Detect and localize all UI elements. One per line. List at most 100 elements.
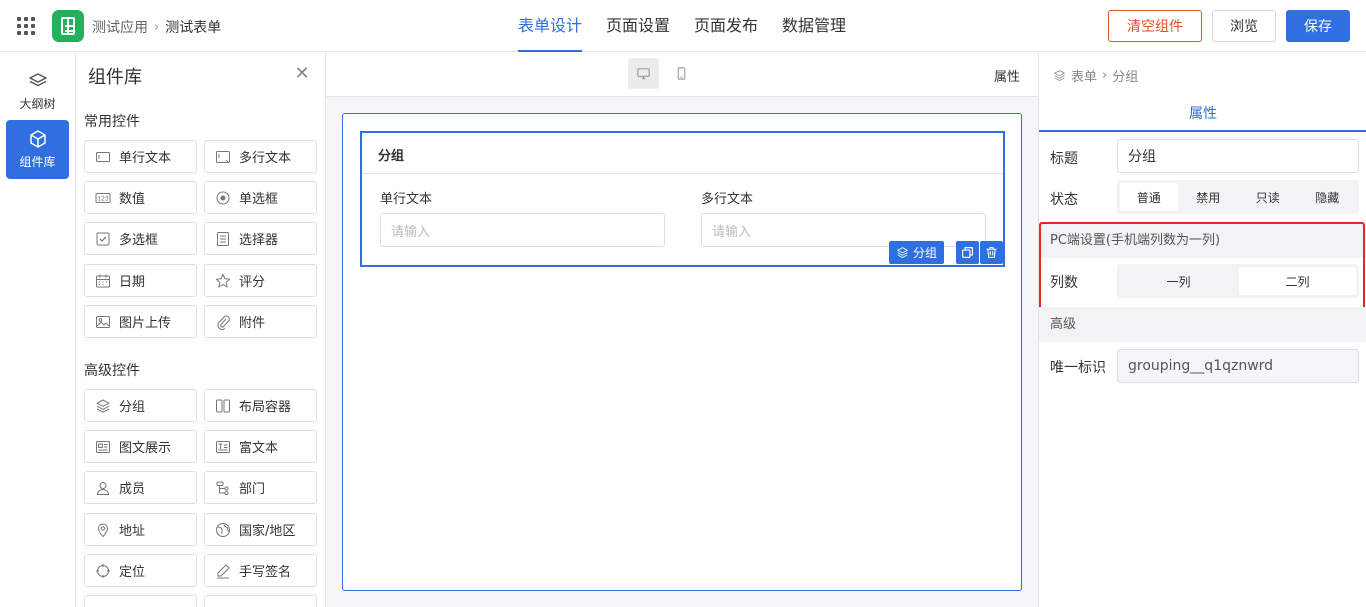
close-icon[interactable]: ✕ bbox=[294, 65, 310, 83]
breadcrumb: 测试应用 › 测试表单 bbox=[92, 17, 221, 37]
component-image-upload[interactable]: 图片上传 bbox=[84, 305, 197, 338]
layers-icon bbox=[28, 73, 47, 87]
component-partial[interactable] bbox=[84, 595, 197, 607]
section-title-common: 常用控件 bbox=[84, 114, 140, 130]
component-member[interactable]: 成员 bbox=[84, 471, 197, 504]
properties-toggle[interactable]: 属性 bbox=[994, 66, 1020, 85]
component-radio[interactable]: 单选框 bbox=[204, 181, 317, 214]
rich-text-icon bbox=[215, 439, 231, 455]
component-label: 评分 bbox=[239, 275, 266, 290]
field-label: 多行文本 bbox=[701, 192, 754, 207]
component-rating[interactable]: 评分 bbox=[204, 264, 317, 297]
breadcrumb-form[interactable]: 表单 bbox=[1071, 66, 1097, 85]
component-label: 定位 bbox=[119, 565, 146, 580]
properties-tabbar: 属性 bbox=[1039, 97, 1366, 132]
save-button[interactable]: 保存 bbox=[1286, 10, 1350, 42]
single-line-text-icon bbox=[95, 149, 111, 165]
copy-button[interactable] bbox=[956, 241, 979, 264]
component-address[interactable]: 地址 bbox=[84, 513, 197, 546]
field-label: 单行文本 bbox=[380, 192, 433, 207]
columns-option-one[interactable]: 一列 bbox=[1120, 267, 1237, 295]
pen-icon bbox=[215, 563, 231, 579]
columns-option-two[interactable]: 二列 bbox=[1239, 267, 1356, 295]
title-input[interactable]: 分组 bbox=[1117, 139, 1359, 173]
section-title-advanced: 高级控件 bbox=[84, 363, 140, 379]
component-layout-container[interactable]: 布局容器 bbox=[204, 389, 317, 422]
component-label: 图文展示 bbox=[119, 441, 172, 456]
multi-line-text-icon bbox=[215, 149, 231, 165]
columns-icon bbox=[215, 398, 231, 414]
status-option-hidden[interactable]: 隐藏 bbox=[1299, 183, 1357, 211]
org-tree-icon bbox=[215, 480, 231, 496]
tab-page-publish[interactable]: 页面发布 bbox=[694, 0, 758, 52]
component-label: 国家/地区 bbox=[239, 524, 296, 539]
status-option-readonly[interactable]: 只读 bbox=[1239, 183, 1297, 211]
paperclip-icon bbox=[215, 314, 231, 330]
status-option-normal[interactable]: 普通 bbox=[1120, 183, 1178, 211]
component-group[interactable]: 分组 bbox=[84, 389, 197, 422]
component-label: 成员 bbox=[119, 482, 146, 497]
left-rail: 大纲树 组件库 bbox=[0, 52, 76, 607]
unique-id-input[interactable]: grouping__q1qznwrd bbox=[1117, 349, 1359, 383]
form-canvas: 分组 单行文本 请输入 多行文本 请输入 分组 bbox=[326, 97, 1038, 607]
main-tabs: 表单设计 页面设置 页面发布 数据管理 bbox=[518, 0, 846, 52]
apps-grid-icon[interactable] bbox=[17, 17, 35, 35]
component-signature[interactable]: 手写签名 bbox=[204, 554, 317, 587]
rail-item-outline[interactable]: 大纲树 bbox=[6, 62, 69, 121]
globe-icon bbox=[215, 522, 231, 538]
selected-tag-label: 分组 bbox=[913, 246, 938, 260]
component-date[interactable]: 日期 bbox=[84, 264, 197, 297]
component-label: 单选框 bbox=[239, 192, 279, 207]
single-line-text-input[interactable]: 请输入 bbox=[380, 213, 665, 247]
columns-label: 列数 bbox=[1050, 275, 1078, 291]
delete-button[interactable] bbox=[980, 241, 1003, 264]
chevron-right-icon: › bbox=[154, 19, 160, 35]
component-label: 日期 bbox=[119, 275, 146, 290]
status-label: 状态 bbox=[1050, 192, 1078, 208]
star-icon bbox=[215, 273, 231, 289]
breadcrumb-app[interactable]: 测试应用 bbox=[92, 17, 148, 37]
mobile-icon bbox=[677, 67, 686, 80]
breadcrumb-form: 测试表单 bbox=[165, 20, 222, 36]
rail-item-components[interactable]: 组件库 bbox=[6, 120, 69, 179]
form-card[interactable]: 分组 单行文本 请输入 多行文本 请输入 分组 bbox=[342, 113, 1022, 591]
mobile-view-button[interactable] bbox=[666, 58, 697, 89]
tab-data-management[interactable]: 数据管理 bbox=[782, 0, 846, 52]
component-rich-text[interactable]: 富文本 bbox=[204, 430, 317, 463]
component-label: 分组 bbox=[119, 400, 146, 415]
tab-form-design[interactable]: 表单设计 bbox=[518, 0, 583, 52]
group-title: 分组 bbox=[362, 133, 1003, 174]
copy-icon bbox=[962, 247, 973, 258]
select-icon bbox=[215, 231, 231, 247]
breadcrumb-group: 分组 bbox=[1112, 70, 1139, 85]
component-single-line-text[interactable]: 单行文本 bbox=[84, 140, 197, 173]
component-label: 多选框 bbox=[119, 233, 159, 248]
rail-item-label: 组件库 bbox=[19, 155, 56, 169]
desktop-icon bbox=[637, 68, 650, 80]
component-department[interactable]: 部门 bbox=[204, 471, 317, 504]
component-checkbox[interactable]: 多选框 bbox=[84, 222, 197, 255]
tab-properties[interactable]: 属性 bbox=[1039, 97, 1366, 132]
tab-page-settings[interactable]: 页面设置 bbox=[606, 0, 670, 52]
number-icon: 123 bbox=[95, 190, 111, 206]
component-label: 附件 bbox=[239, 316, 266, 331]
component-multi-line-text[interactable]: 多行文本 bbox=[204, 140, 317, 173]
selected-component-tag[interactable]: 分组 bbox=[889, 241, 945, 264]
component-location[interactable]: 定位 bbox=[84, 554, 197, 587]
component-library-panel: 组件库 ✕ 常用控件 单行文本 多行文本 123 数值 单选框 多选框 选择器 … bbox=[76, 52, 326, 607]
component-partial[interactable] bbox=[204, 595, 317, 607]
component-number[interactable]: 123 数值 bbox=[84, 181, 197, 214]
map-pin-icon bbox=[95, 522, 111, 538]
component-select[interactable]: 选择器 bbox=[204, 222, 317, 255]
preview-button[interactable]: 浏览 bbox=[1212, 10, 1276, 42]
trash-icon bbox=[986, 247, 997, 258]
component-attachment[interactable]: 附件 bbox=[204, 305, 317, 338]
component-media-card[interactable]: 图文展示 bbox=[84, 430, 197, 463]
app-logo-icon bbox=[52, 10, 84, 42]
clear-components-button[interactable]: 清空组件 bbox=[1108, 10, 1202, 42]
layers-icon bbox=[1054, 70, 1065, 81]
desktop-view-button[interactable] bbox=[628, 58, 659, 89]
pc-settings-section: PC端设置(手机端列数为一列) bbox=[1039, 223, 1366, 258]
status-option-disabled[interactable]: 禁用 bbox=[1180, 183, 1238, 211]
component-country-region[interactable]: 国家/地区 bbox=[204, 513, 317, 546]
